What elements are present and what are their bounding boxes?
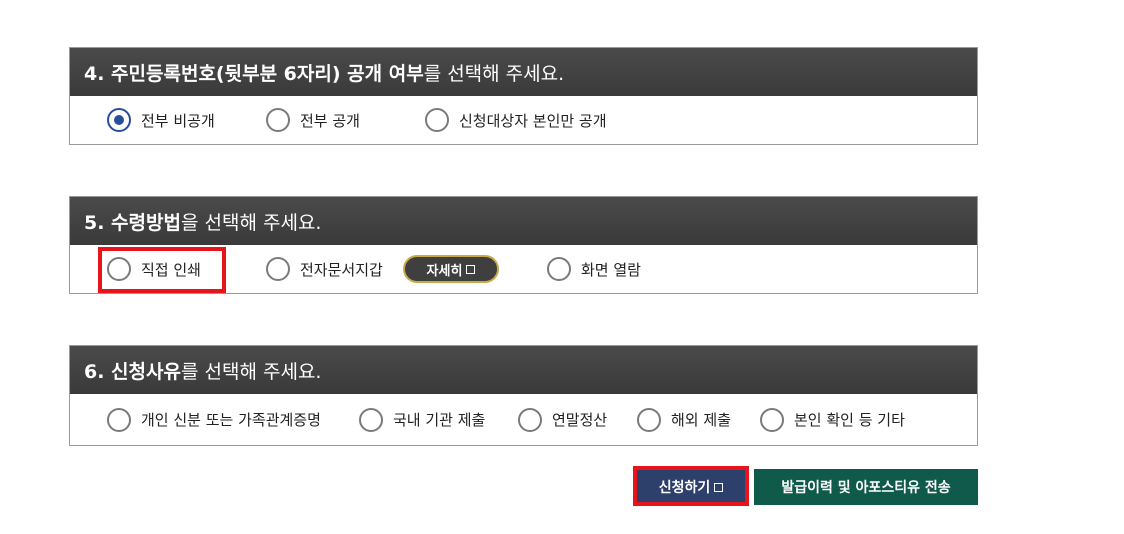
option-label: 해외 제출	[671, 411, 731, 429]
option-screen-view[interactable]: 화면 열람	[547, 245, 641, 293]
option-year-end-tax[interactable]: 연말정산	[518, 394, 607, 445]
option-label: 신청대상자 본인만 공개	[459, 111, 607, 130]
option-overseas[interactable]: 해외 제출	[637, 394, 731, 445]
option-all-private[interactable]: 전부 비공개	[107, 96, 215, 144]
option-self-only[interactable]: 신청대상자 본인만 공개	[425, 96, 607, 144]
radio-button[interactable]	[107, 108, 131, 132]
highlight-apply-button	[633, 466, 749, 506]
section-title: 4. 주민등록번호(뒷부분 6자리) 공개 여부 를 선택해 주세요.	[70, 48, 977, 96]
radio-button[interactable]	[107, 407, 131, 432]
option-label: 개인 신분 또는 가족관계증명	[141, 411, 321, 429]
external-link-icon	[466, 264, 476, 274]
radio-button[interactable]	[518, 407, 542, 432]
radio-button[interactable]	[547, 257, 571, 281]
highlight-direct-print	[98, 247, 226, 293]
section-request-reason: 6. 신청사유 를 선택해 주세요. 개인 신분 또는 가족관계증명 국내 기관 …	[69, 345, 978, 446]
section-title: 5. 수령방법 을 선택해 주세요.	[70, 197, 977, 245]
option-label: 연말정산	[552, 411, 608, 429]
option-digital-wallet[interactable]: 전자문서지갑	[266, 245, 383, 293]
section-title-bold: 4. 주민등록번호(뒷부분 6자리) 공개 여부	[84, 62, 424, 85]
option-label: 본인 확인 등 기타	[794, 411, 905, 429]
radio-button[interactable]	[266, 257, 290, 281]
option-domestic-agency[interactable]: 국내 기관 제출	[359, 394, 485, 445]
radio-group: 전부 비공개 전부 공개 신청대상자 본인만 공개	[70, 96, 977, 144]
option-label: 국내 기관 제출	[393, 411, 486, 429]
section-title-rest: 를 선택해 주세요.	[180, 360, 322, 383]
option-other[interactable]: 본인 확인 등 기타	[760, 394, 905, 445]
detail-button-label: 자세히	[426, 263, 463, 279]
section-title-rest: 을 선택해 주세요.	[180, 211, 322, 234]
radio-button[interactable]	[266, 108, 290, 132]
section-title-bold: 6. 신청사유	[84, 360, 181, 383]
radio-button[interactable]	[637, 407, 661, 432]
send-button-label: 발급이력 및 아포스티유 전송	[781, 480, 951, 496]
radio-group: 개인 신분 또는 가족관계증명 국내 기관 제출 연말정산 해외 제출 본인 확…	[70, 394, 977, 445]
radio-button[interactable]	[425, 108, 449, 132]
detail-button[interactable]: 자세히	[403, 255, 499, 283]
section-title-bold: 5. 수령방법	[84, 211, 181, 234]
option-identity-proof[interactable]: 개인 신분 또는 가족관계증명	[107, 394, 321, 445]
option-label: 전부 공개	[300, 111, 360, 130]
option-label: 전부 비공개	[141, 111, 215, 130]
option-all-public[interactable]: 전부 공개	[266, 96, 360, 144]
section-title: 6. 신청사유 를 선택해 주세요.	[70, 346, 977, 394]
section-title-rest: 를 선택해 주세요.	[423, 62, 565, 85]
option-label: 전자문서지갑	[300, 260, 383, 279]
section-ssn-disclosure: 4. 주민등록번호(뒷부분 6자리) 공개 여부 를 선택해 주세요. 전부 비공…	[69, 47, 978, 145]
send-history-apostille-button[interactable]: 발급이력 및 아포스티유 전송	[754, 469, 978, 505]
radio-button[interactable]	[359, 407, 383, 432]
option-label: 화면 열람	[581, 260, 641, 279]
radio-button[interactable]	[760, 407, 784, 432]
